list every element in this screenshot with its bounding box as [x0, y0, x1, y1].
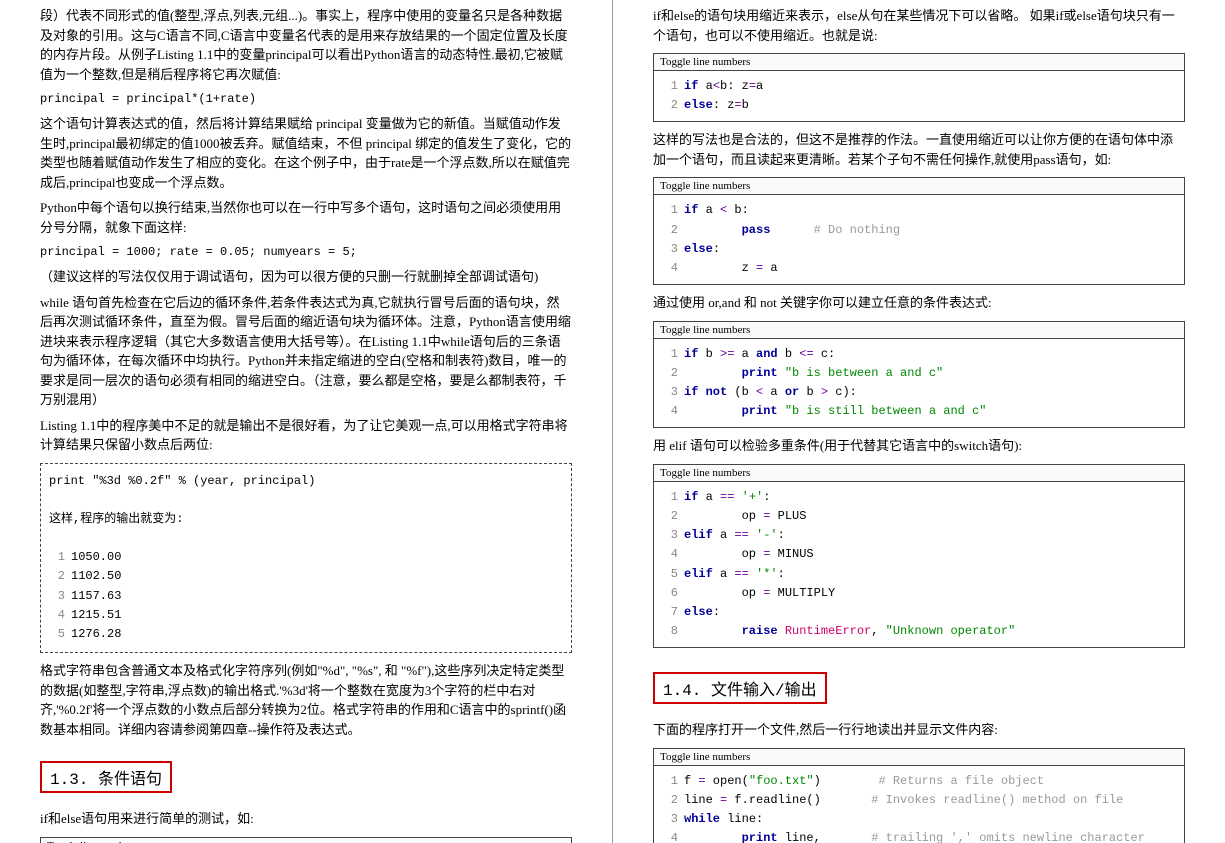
code-line: principal = principal*(1+rate)	[40, 90, 572, 108]
section-1-3-heading: 1.3. 条件语句	[40, 761, 172, 793]
para: 格式字符串包含普通文本及格式化字符序列(例如"%d", "%s", 和 "%f"…	[40, 661, 572, 739]
para: Python中每个语句以换行结束,当然你也可以在一行中写多个语句，这时语句之间必…	[40, 198, 572, 237]
code: 1if b >= a and b <= c: 2 print "b is bet…	[654, 339, 1184, 428]
code-box: Toggle line numbers 1if a<b: z=a 2else: …	[653, 53, 1185, 122]
section-1-4-heading: 1.4. 文件输入/输出	[653, 672, 827, 704]
para: if和else的语句块用缩近来表示，else从句在某些情况下可以省略。 如果if…	[653, 6, 1185, 45]
para: 下面的程序打开一个文件,然后一行行地读出并显示文件内容:	[653, 720, 1185, 740]
code: 1if a < b: 2 pass # Do nothing 3else: 4 …	[654, 195, 1184, 284]
para: Listing 1.1中的程序美中不足的就是输出不是很好看，为了让它美观一点,可…	[40, 416, 572, 455]
right-page: if和else的语句块用缩近来表示，else从句在某些情况下可以省略。 如果if…	[613, 0, 1225, 843]
para: if和else语句用来进行简单的测试，如:	[40, 809, 572, 829]
code-box: Toggle line numbers 1f = open("foo.txt")…	[653, 748, 1185, 843]
toggle-line-numbers[interactable]: Toggle line numbers	[654, 322, 1184, 339]
code: 1if a<b: z=a 2else: z=b	[654, 71, 1184, 121]
para: 用 elif 语句可以检验多重条件(用于代替其它语言中的switch语句):	[653, 436, 1185, 456]
toggle-line-numbers[interactable]: Toggle line numbers	[41, 838, 571, 843]
code: print "%3d %0.2f" % (year, principal) 这样…	[49, 472, 563, 645]
code: 1f = open("foo.txt") # Returns a file ob…	[654, 766, 1184, 843]
toggle-line-numbers[interactable]: Toggle line numbers	[654, 749, 1184, 766]
code: 1if a == '+': 2 op = PLUS 3elif a == '-'…	[654, 482, 1184, 648]
para: （建议这样的写法仅仅用于调试语句，因为可以很方便的只删一行就删掉全部调试语句)	[40, 267, 572, 287]
code-box: Toggle line numbers 1# Compute the maxim…	[40, 837, 572, 843]
toggle-line-numbers[interactable]: Toggle line numbers	[654, 465, 1184, 482]
para: while 语句首先检查在它后边的循环条件,若条件表达式为真,它就执行冒号后面的…	[40, 293, 572, 410]
para: 段）代表不同形式的值(整型,浮点,列表,元组...)。事实上，程序中使用的变量名…	[40, 6, 572, 84]
para: 通过使用 or,and 和 not 关键字你可以建立任意的条件表达式:	[653, 293, 1185, 313]
code-line: principal = 1000; rate = 0.05; numyears …	[40, 243, 572, 261]
toggle-line-numbers[interactable]: Toggle line numbers	[654, 178, 1184, 195]
dashed-code-box: print "%3d %0.2f" % (year, principal) 这样…	[40, 463, 572, 654]
code-box: Toggle line numbers 1if a == '+': 2 op =…	[653, 464, 1185, 649]
code-box: Toggle line numbers 1if a < b: 2 pass # …	[653, 177, 1185, 285]
toggle-line-numbers[interactable]: Toggle line numbers	[654, 54, 1184, 71]
code-box: Toggle line numbers 1if b >= a and b <= …	[653, 321, 1185, 429]
para: 这个语句计算表达式的值，然后将计算结果赋给 principal 变量做为它的新值…	[40, 114, 572, 192]
left-page: 段）代表不同形式的值(整型,浮点,列表,元组...)。事实上，程序中使用的变量名…	[0, 0, 612, 843]
para: 这样的写法也是合法的，但这不是推荐的作法。一直使用缩近可以让你方便的在语句体中添…	[653, 130, 1185, 169]
